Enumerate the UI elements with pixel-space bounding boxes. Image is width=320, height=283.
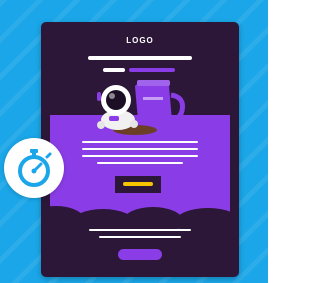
- header-line: [88, 56, 192, 60]
- text-line: [82, 148, 198, 150]
- timer-badge: [4, 138, 64, 198]
- text-line: [82, 141, 198, 143]
- cta-highlight: [123, 182, 153, 186]
- nav-item-short: [103, 68, 125, 72]
- text-line: [97, 162, 183, 164]
- text-line: [82, 155, 198, 157]
- nav-item-long: [129, 68, 175, 72]
- stopwatch-icon: [18, 149, 52, 187]
- astronaut-with-coffee-cup-icon: [97, 80, 185, 135]
- email-template-card: LOGO: [41, 22, 239, 277]
- footer-button[interactable]: [118, 249, 162, 260]
- decorative-hill: [175, 208, 239, 236]
- footer-line: [89, 229, 191, 231]
- footer-line: [99, 236, 181, 238]
- cta-button[interactable]: [115, 176, 161, 193]
- logo-text: LOGO: [126, 36, 154, 45]
